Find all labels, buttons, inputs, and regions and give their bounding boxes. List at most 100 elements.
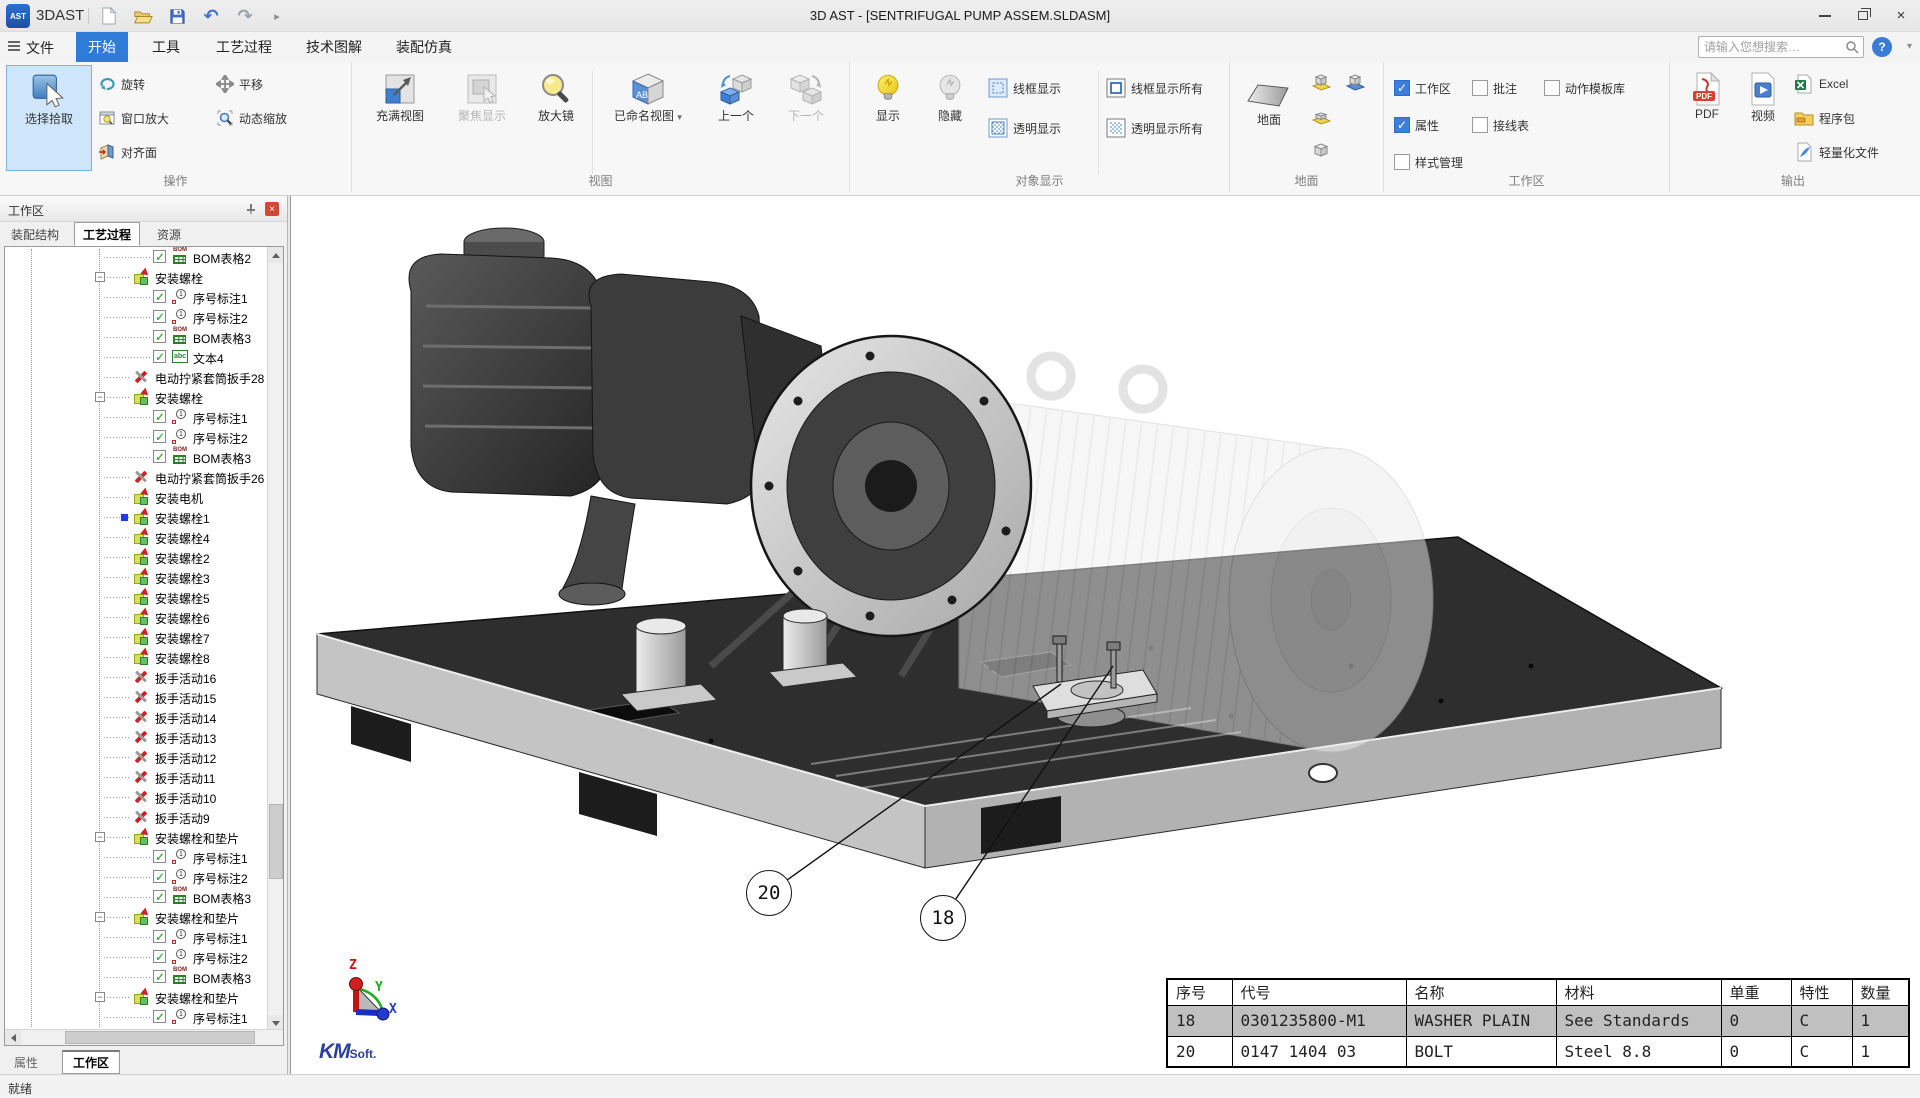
tab-workspace-bottom[interactable]: 工作区 bbox=[62, 1050, 120, 1074]
expand-toggle[interactable]: − bbox=[95, 912, 105, 922]
bom-table[interactable]: 序号代号名称材料单重特性数量180301235800-M1WASHER PLAI… bbox=[1166, 978, 1910, 1068]
export-lightweight-file-button[interactable]: 轻量化文件 bbox=[1794, 138, 1879, 166]
tree-item[interactable]: 安装螺栓3 bbox=[5, 567, 268, 587]
ground-option-2-button[interactable] bbox=[1310, 102, 1332, 130]
help-button[interactable]: ? bbox=[1872, 37, 1892, 57]
show-button[interactable]: 显示 bbox=[858, 65, 918, 171]
tree-item[interactable]: 安装螺栓1 bbox=[5, 507, 268, 527]
tree-item[interactable]: 安装螺栓6 bbox=[5, 607, 268, 627]
tab-tools[interactable]: 工具 bbox=[140, 32, 192, 62]
tree-checkbox[interactable] bbox=[153, 930, 166, 943]
tree-item[interactable]: BOMBOM表格3 bbox=[5, 967, 268, 987]
tree-checkbox[interactable] bbox=[153, 1010, 166, 1023]
tree-checkbox[interactable] bbox=[153, 350, 166, 363]
tab-process[interactable]: 工艺过程 bbox=[204, 32, 284, 62]
tree-checkbox[interactable] bbox=[153, 950, 166, 963]
tab-process-tree[interactable]: 工艺过程 bbox=[74, 222, 140, 246]
hamburger-icon[interactable] bbox=[8, 41, 20, 51]
tree-checkbox[interactable] bbox=[153, 430, 166, 443]
pan-button[interactable]: 平移 bbox=[216, 70, 263, 98]
fit-view-button[interactable]: 充满视图 bbox=[360, 65, 440, 171]
tab-properties-bottom[interactable]: 属性 bbox=[4, 1050, 48, 1074]
ground-button[interactable]: 地面 bbox=[1238, 65, 1300, 171]
tree-checkbox[interactable] bbox=[153, 250, 166, 263]
select-pick-button[interactable]: 选择拾取 bbox=[6, 65, 92, 171]
action-template-library-checkbox[interactable]: 动作模板库 bbox=[1544, 74, 1625, 102]
tree-checkbox[interactable] bbox=[153, 970, 166, 983]
tree-item[interactable]: −安装螺栓 bbox=[5, 387, 268, 407]
new-file-button[interactable] bbox=[96, 5, 122, 27]
tree-item[interactable]: 扳手活动9 bbox=[5, 807, 268, 827]
hide-button[interactable]: 隐藏 bbox=[920, 65, 980, 171]
search-input[interactable] bbox=[1704, 37, 1842, 57]
transparent-display-button[interactable]: 透明显示 bbox=[988, 114, 1061, 142]
export-pdf-button[interactable]: PDF PDF bbox=[1680, 65, 1734, 171]
dynamic-zoom-button[interactable]: 动态缩放 bbox=[216, 104, 287, 132]
next-step-button[interactable]: 下一个 bbox=[772, 65, 840, 171]
pin-icon[interactable] bbox=[245, 203, 257, 215]
tree-item[interactable]: 1序号标注1 bbox=[5, 287, 268, 307]
tree-checkbox[interactable] bbox=[153, 450, 166, 463]
undo-button[interactable]: ↶ bbox=[198, 5, 224, 27]
tree-item[interactable]: −安装螺栓和垫片 bbox=[5, 987, 268, 1007]
workspace-checkbox[interactable]: 工作区 bbox=[1394, 74, 1451, 102]
tree-item[interactable]: BOMBOM表格3 bbox=[5, 447, 268, 467]
redo-button[interactable]: ↷ bbox=[232, 5, 258, 27]
tree-item[interactable]: 扳手活动12 bbox=[5, 747, 268, 767]
tree-item[interactable]: 扳手活动16 bbox=[5, 667, 268, 687]
close-button[interactable]: × bbox=[1882, 0, 1920, 31]
horizontal-scrollbar[interactable] bbox=[5, 1029, 284, 1045]
bom-row[interactable]: 180301235800-M1WASHER PLAINSee Standards… bbox=[1167, 1005, 1909, 1036]
scrollbar-thumb[interactable] bbox=[269, 804, 283, 879]
focus-display-button[interactable]: 聚焦显示 bbox=[442, 65, 522, 171]
tree-item[interactable]: 电动拧紧套筒扳手26 bbox=[5, 467, 268, 487]
scroll-up-button[interactable] bbox=[268, 247, 284, 263]
expand-toggle[interactable]: − bbox=[95, 272, 105, 282]
tree-item[interactable]: 1序号标注2 bbox=[5, 307, 268, 327]
named-views-button[interactable]: AB 已命名视图 ▾ bbox=[598, 65, 698, 171]
ground-option-4-button[interactable] bbox=[1344, 68, 1366, 96]
expand-toggle[interactable]: − bbox=[95, 392, 105, 402]
expand-toggle[interactable]: − bbox=[95, 832, 105, 842]
tree-item[interactable]: −安装螺栓 bbox=[5, 267, 268, 287]
3d-viewport[interactable]: 20 18 Z Y X KMSoft. 序号代号名称材料单重特性数量180301… bbox=[290, 196, 1920, 1074]
rotate-button[interactable]: 旋转 bbox=[98, 70, 145, 98]
balloon-18[interactable]: 18 bbox=[920, 895, 966, 941]
balloon-20[interactable]: 20 bbox=[746, 870, 792, 916]
tree-item[interactable]: 安装电机 bbox=[5, 487, 268, 507]
tree-item[interactable]: BOMBOM表格3 bbox=[5, 887, 268, 907]
ground-option-3-button[interactable] bbox=[1310, 136, 1332, 164]
bom-row[interactable]: 200147 1404 03BOLTSteel 8.80C1 bbox=[1167, 1036, 1909, 1067]
tree-item[interactable]: 1序号标注1 bbox=[5, 927, 268, 947]
tree-item[interactable]: BOMBOM表格2 bbox=[5, 247, 268, 267]
tab-assembly-simulation[interactable]: 装配仿真 bbox=[384, 32, 464, 62]
vertical-scrollbar[interactable] bbox=[267, 247, 283, 1031]
magnifier-button[interactable]: 放大镜 bbox=[524, 65, 588, 171]
panel-close-button[interactable]: × bbox=[265, 202, 279, 216]
tree-item[interactable]: −安装螺栓和垫片 bbox=[5, 827, 268, 847]
tree-item[interactable]: 1序号标注1 bbox=[5, 847, 268, 867]
transparent-display-all-button[interactable]: 透明显示所有 bbox=[1106, 114, 1203, 142]
expand-toggle[interactable]: − bbox=[95, 992, 105, 1002]
wiring-table-checkbox[interactable]: 接线表 bbox=[1472, 111, 1529, 139]
menu-file[interactable]: 文件 bbox=[26, 38, 54, 58]
export-excel-button[interactable]: Excel bbox=[1794, 70, 1848, 98]
tree-item[interactable]: 扳手活动14 bbox=[5, 707, 268, 727]
scroll-left-button[interactable] bbox=[5, 1030, 21, 1045]
tree-item[interactable]: abc文本4 bbox=[5, 347, 268, 367]
tree-item[interactable]: 1序号标注2 bbox=[5, 947, 268, 967]
previous-step-button[interactable]: 上一个 bbox=[702, 65, 770, 171]
tree-item[interactable]: 1序号标注1 bbox=[5, 407, 268, 427]
window-zoom-button[interactable]: 窗口放大 bbox=[98, 104, 169, 132]
tab-home[interactable]: 开始 bbox=[76, 32, 128, 62]
tree-checkbox[interactable] bbox=[153, 310, 166, 323]
tree-item[interactable]: 安装螺栓4 bbox=[5, 527, 268, 547]
tree-item[interactable]: 安装螺栓8 bbox=[5, 647, 268, 667]
wireframe-display-all-button[interactable]: 线框显示所有 bbox=[1106, 74, 1203, 102]
minimize-button[interactable] bbox=[1806, 0, 1844, 31]
tab-assembly-structure[interactable]: 装配结构 bbox=[2, 222, 68, 246]
tree-item[interactable]: 扳手活动11 bbox=[5, 767, 268, 787]
tree-item[interactable]: BOMBOM表格3 bbox=[5, 327, 268, 347]
tree-checkbox[interactable] bbox=[153, 410, 166, 423]
tree-item[interactable]: 安装螺栓5 bbox=[5, 587, 268, 607]
